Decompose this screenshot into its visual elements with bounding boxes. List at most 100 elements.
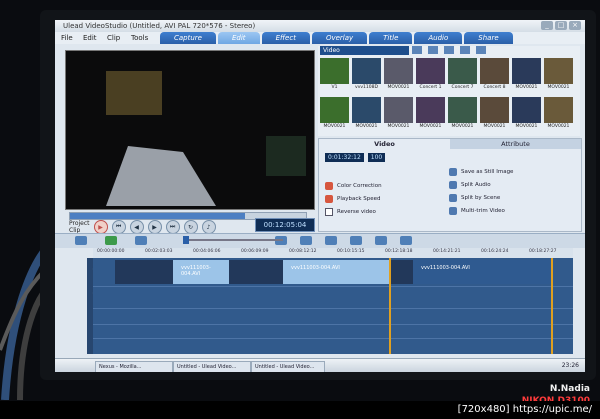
maximize-button[interactable]: □	[555, 21, 567, 30]
library-thumbnail[interactable]: MOV0021	[384, 97, 413, 133]
record-icon[interactable]	[400, 236, 412, 245]
thumbnail-caption: MOV0021	[355, 124, 378, 129]
clip-label: vvv111003-004.AVI	[421, 265, 470, 271]
tab-capture[interactable]: Capture	[160, 32, 216, 44]
tab-share[interactable]: Share	[464, 32, 513, 44]
library-thumbnail[interactable]: V1	[320, 58, 349, 94]
duration-field[interactable]: 0:01:32:12	[325, 153, 364, 162]
tab-title[interactable]: Title	[369, 32, 413, 44]
timeline-clip[interactable]	[229, 260, 283, 284]
play-icon[interactable]: ▶	[93, 220, 108, 234]
project-mode-label[interactable]: Project	[69, 220, 90, 227]
folder-icon[interactable]	[412, 46, 422, 54]
undo-icon[interactable]	[300, 236, 312, 245]
library-thumbnail[interactable]: MOV0021	[384, 58, 413, 94]
playhead[interactable]	[389, 258, 391, 354]
batch-convert-icon[interactable]	[375, 236, 387, 245]
menu-edit[interactable]: Edit	[83, 34, 97, 42]
options-icon[interactable]	[476, 46, 486, 54]
library-thumbnail[interactable]: Concert 8	[480, 58, 509, 94]
previous-frame-icon[interactable]: ◀	[129, 220, 144, 234]
thumbnail-image	[480, 97, 509, 123]
tab-overlay[interactable]: Overlay	[311, 32, 368, 44]
option-label: Reverse video	[337, 208, 376, 215]
timeline-clip[interactable]	[115, 260, 173, 284]
library-thumbnail[interactable]: vvv1108D	[352, 58, 381, 94]
smart-proxy-icon[interactable]	[350, 236, 362, 245]
volume-icon[interactable]: ♪	[201, 220, 216, 234]
library-thumbnail[interactable]: Concert 7	[448, 58, 477, 94]
thumbnail-image	[352, 97, 381, 123]
close-button[interactable]: ×	[569, 21, 581, 30]
library-thumbnail[interactable]: MOV0021	[480, 97, 509, 133]
timeline-clip[interactable]: vvv111003-004.AVI	[413, 260, 553, 284]
library-thumbnail[interactable]: MOV0021	[544, 97, 573, 133]
thumbnail-image	[320, 58, 349, 84]
audio-view-icon[interactable]	[135, 236, 147, 245]
tab-edit[interactable]: Edit	[218, 32, 260, 44]
menu-tools[interactable]: Tools	[131, 34, 148, 42]
volume-field[interactable]: 100	[367, 153, 386, 162]
library-dropdown[interactable]: Video	[320, 46, 409, 55]
reverse-checkbox[interactable]	[325, 207, 333, 216]
option-label: Playback Speed	[337, 195, 381, 202]
redo-icon[interactable]	[325, 236, 337, 245]
ruler-tick-label: 00:08:12:12	[289, 249, 317, 254]
tab-effect[interactable]: Effect	[261, 32, 310, 44]
end-icon[interactable]: ⏭	[165, 220, 180, 234]
multi-trim-option[interactable]: Multi-trim Video	[449, 204, 513, 217]
options-panel: Video Attribute 0:01:32:12 100 Color Cor…	[318, 138, 582, 232]
zoom-slider[interactable]	[183, 236, 283, 244]
preview-frame-object	[266, 136, 306, 176]
ruler-tick-label: 00:04:06:06	[193, 249, 221, 254]
menu-clip[interactable]: Clip	[107, 34, 120, 42]
playback-speed-option[interactable]: Playback Speed	[325, 192, 382, 205]
library-thumbnail[interactable]: Concert 1	[416, 58, 445, 94]
repeat-icon[interactable]: ↻	[183, 220, 198, 234]
timecode-display[interactable]: 00:12:05:04	[255, 218, 315, 232]
preview-window	[65, 50, 315, 210]
taskbar-clock: 23:26	[561, 362, 579, 369]
thumbnail-image	[352, 58, 381, 84]
minimize-button[interactable]: _	[541, 21, 553, 30]
library-thumbnail[interactable]: MOV0021	[448, 97, 477, 133]
home-icon[interactable]: ⏮	[111, 220, 126, 234]
tab-video[interactable]: Video	[319, 139, 450, 149]
sort-icon[interactable]	[444, 46, 454, 54]
reverse-video-option[interactable]: Reverse video	[325, 205, 382, 218]
timeline-view-icon[interactable]	[105, 236, 117, 245]
menu-file[interactable]: File	[61, 34, 73, 42]
library-thumbnail[interactable]: MOV0021	[416, 97, 445, 133]
split-audio-option[interactable]: Split Audio	[449, 178, 513, 191]
save-still-image-option[interactable]: Save as Still Image	[449, 165, 513, 178]
tab-attribute[interactable]: Attribute	[450, 139, 581, 149]
split-by-scene-option[interactable]: Split by Scene	[449, 191, 513, 204]
storyboard-view-icon[interactable]	[75, 236, 87, 245]
taskbar-item[interactable]: Untitled - Ulead Video...	[173, 361, 251, 372]
tab-audio[interactable]: Audio	[414, 32, 463, 44]
ruler-tick-label: 00:16:24:24	[481, 249, 509, 254]
ruler-tick-label: 00:06:09:09	[241, 249, 269, 254]
import-icon[interactable]	[428, 46, 438, 54]
library-thumbnail[interactable]: MOV0021	[320, 97, 349, 133]
footer-text: [720x480] https://upic.me/	[457, 404, 592, 415]
taskbar-item[interactable]: Nexus - Mozilla...	[95, 361, 173, 372]
next-frame-icon[interactable]: ▶	[147, 220, 162, 234]
track-divider	[93, 308, 573, 309]
library-thumbnail[interactable]: MOV0021	[352, 97, 381, 133]
color-correction-option[interactable]: Color Correction	[325, 179, 382, 192]
clip-label: vvv111003-004.AVI	[291, 265, 340, 271]
taskbar-item[interactable]: Untitled - Ulead Video...	[251, 361, 325, 372]
track-divider	[93, 286, 573, 287]
thumbnail-caption: MOV0021	[387, 124, 410, 129]
timeline-clip[interactable]: vvv111003-004.AVI	[173, 260, 229, 284]
library-thumbnail[interactable]: MOV0021	[544, 58, 573, 94]
ruler-tick-label: 00:00:00:00	[97, 249, 125, 254]
library-thumbnail[interactable]: MOV0021	[512, 58, 541, 94]
view-icon[interactable]	[460, 46, 470, 54]
library-thumbnail[interactable]: MOV0021	[512, 97, 541, 133]
timeline-clip[interactable]: vvv111003-004.AVI	[283, 260, 389, 284]
timeline-clip[interactable]	[389, 260, 413, 284]
thumbnail-caption: MOV0021	[483, 124, 506, 129]
zoom-knob[interactable]	[183, 236, 189, 244]
